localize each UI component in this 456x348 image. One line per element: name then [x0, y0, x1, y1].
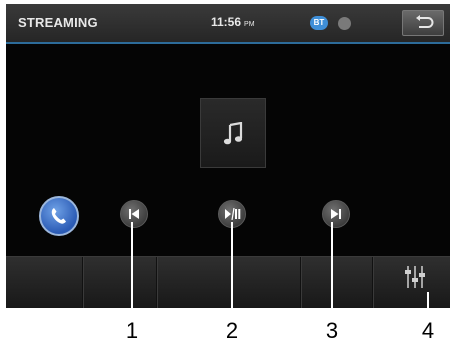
- page-title: STREAMING: [18, 15, 98, 30]
- next-track-button[interactable]: [322, 200, 350, 228]
- callout-line-4: [427, 292, 429, 314]
- previous-track-button[interactable]: [120, 200, 148, 228]
- clock: 11:56 PM: [211, 15, 255, 29]
- callout-number-2: 2: [225, 318, 239, 343]
- play-pause-icon: [225, 208, 241, 220]
- music-note-icon: [223, 122, 243, 145]
- bottom-bar-slot[interactable]: [156, 257, 301, 308]
- top-bar: STREAMING 11:56 PM BT: [6, 4, 450, 44]
- back-arrow-icon: [416, 15, 434, 28]
- callout-number-3: 3: [325, 318, 339, 343]
- streaming-screen: STREAMING 11:56 PM BT: [6, 4, 450, 308]
- back-button[interactable]: [402, 10, 444, 36]
- callout-line-1: [131, 222, 133, 314]
- equalizer-icon: [405, 266, 425, 288]
- bottom-bar-slot[interactable]: [82, 257, 157, 308]
- album-art: [200, 98, 266, 168]
- bottom-bar: [6, 256, 450, 308]
- bottom-bar-slot[interactable]: [6, 257, 83, 308]
- phone-icon: [51, 208, 66, 224]
- callout-number-1: 1: [125, 318, 139, 343]
- status-indicator-icon: [338, 17, 351, 30]
- clock-time: 11:56: [211, 15, 242, 29]
- phone-button[interactable]: [39, 196, 79, 236]
- next-track-icon: [331, 209, 341, 219]
- previous-track-icon: [129, 209, 139, 219]
- callout-number-4: 4: [421, 318, 435, 343]
- bluetooth-status-badge: BT: [310, 16, 328, 30]
- clock-ampm: PM: [244, 21, 255, 28]
- bottom-bar-slot[interactable]: [300, 257, 373, 308]
- callout-line-2: [231, 222, 233, 314]
- callout-line-3: [331, 222, 333, 314]
